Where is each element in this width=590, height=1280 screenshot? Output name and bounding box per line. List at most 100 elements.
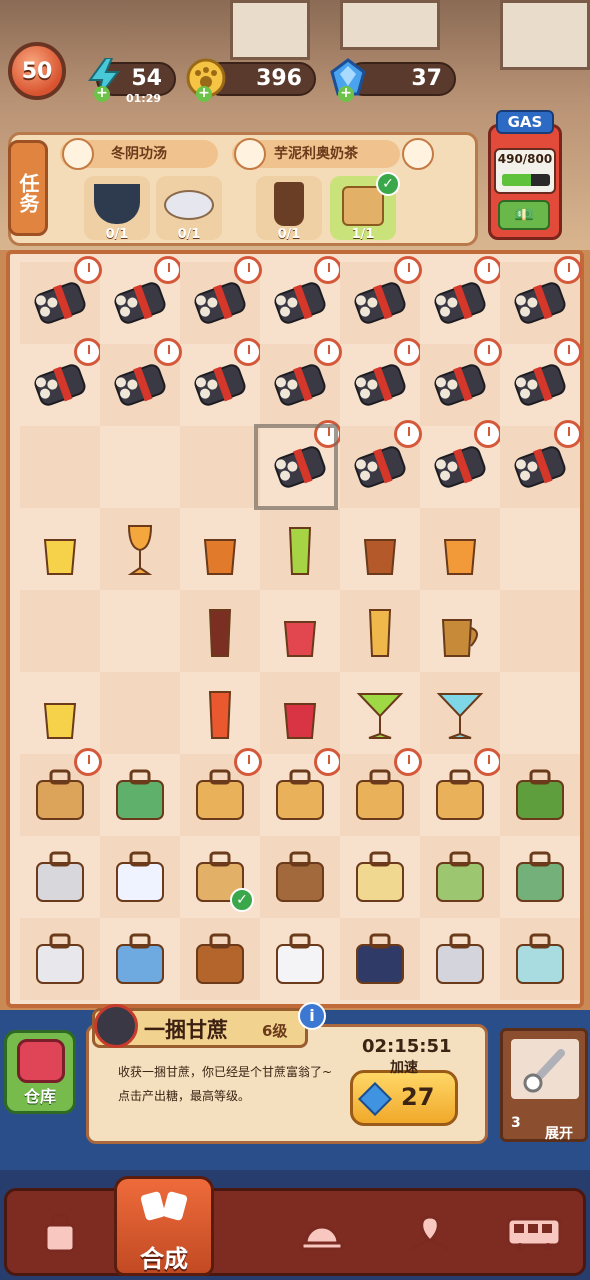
board-cell[interactable] (420, 748, 502, 836)
player-level-badge[interactable]: 50 (8, 42, 66, 100)
board-cell[interactable] (340, 918, 420, 1000)
board-cell[interactable]: ✓ (180, 836, 260, 918)
chef-hat-icon[interactable] (268, 926, 332, 992)
order-slot[interactable]: 0/1 (256, 176, 322, 242)
board-cell[interactable] (100, 256, 182, 344)
board-cell[interactable] (420, 672, 500, 754)
board-cell[interactable] (100, 426, 180, 508)
board-cell[interactable] (500, 918, 580, 1000)
notepad-icon[interactable] (108, 844, 172, 910)
tree-icon[interactable] (508, 762, 572, 828)
board-cell[interactable] (260, 338, 342, 426)
green-juice-icon[interactable] (268, 516, 332, 582)
scooter-icon[interactable] (108, 762, 172, 828)
board-cell[interactable] (100, 754, 180, 836)
board-cell[interactable] (100, 590, 180, 672)
red-soda-icon[interactable] (268, 680, 332, 746)
order-card[interactable]: 冬阴功汤 0/1 0/1 (60, 138, 222, 244)
lemon-shot-cloud-icon[interactable] (28, 680, 92, 746)
board-cell[interactable] (500, 338, 582, 426)
board-cell[interactable] (420, 338, 502, 426)
spice-rack-icon[interactable] (268, 844, 332, 910)
board-cell[interactable] (20, 338, 102, 426)
chef-hat-blue-icon[interactable] (348, 926, 412, 992)
board-cell[interactable] (340, 338, 422, 426)
board-cell[interactable] (260, 508, 340, 590)
board-cell[interactable] (260, 918, 340, 1000)
coin-plus-icon[interactable]: + (196, 86, 212, 102)
board-cell[interactable] (500, 672, 580, 754)
board-cell[interactable] (260, 590, 340, 672)
blue-margarita-icon[interactable] (428, 680, 492, 746)
board-cell[interactable] (20, 590, 100, 672)
order-card[interactable]: 芋泥利奥奶茶 0/1 ✓ 1/1 (232, 138, 402, 244)
board-cell[interactable] (20, 748, 102, 836)
fridge-icon[interactable] (508, 926, 572, 992)
board-cell[interactable] (420, 508, 500, 590)
board-cell[interactable] (100, 836, 180, 918)
rice-cooker-icon[interactable] (428, 844, 492, 910)
beer-icon[interactable] (348, 598, 412, 664)
board-cell[interactable] (420, 256, 502, 344)
board-cell[interactable] (20, 918, 100, 1000)
board-cell[interactable] (180, 672, 260, 754)
dessert-cart-icon[interactable] (348, 844, 412, 910)
order-card-partial[interactable] (402, 138, 472, 244)
matcha-mug-icon[interactable] (428, 598, 492, 664)
board-cell[interactable] (180, 590, 260, 672)
gas-pump[interactable]: GAS 490/800 💵 (482, 110, 566, 242)
board-cell[interactable] (340, 748, 422, 836)
order-slot[interactable]: 0/1 (156, 176, 222, 242)
barrel-icon[interactable] (188, 926, 252, 992)
sunrise-cocktail-icon[interactable] (188, 680, 252, 746)
board-cell[interactable] (180, 426, 260, 508)
board-cell[interactable] (420, 420, 502, 508)
board-cell[interactable] (340, 508, 420, 590)
board-cell[interactable] (180, 918, 260, 1000)
board-cell[interactable] (260, 836, 340, 918)
photo-album-icon[interactable] (108, 926, 172, 992)
nav-shop-button[interactable] (10, 1196, 110, 1270)
lemon-shot-icon[interactable] (28, 516, 92, 582)
board-cell[interactable] (180, 256, 262, 344)
printer-icon[interactable] (28, 844, 92, 910)
board-cell[interactable] (420, 590, 500, 672)
board-cell[interactable] (20, 508, 100, 590)
nav-bus-button[interactable] (484, 1196, 584, 1270)
cola-glass-icon[interactable] (348, 516, 412, 582)
cash-icon[interactable]: 💵 (498, 200, 550, 230)
iced-cola-icon[interactable] (188, 598, 252, 664)
martini-icon[interactable] (348, 680, 412, 746)
board-cell[interactable] (100, 918, 180, 1000)
board-cell[interactable] (260, 672, 340, 754)
warehouse-button[interactable]: 仓库 (4, 1030, 76, 1114)
board-cell[interactable] (260, 748, 342, 836)
board-cell[interactable] (180, 748, 262, 836)
board-cell[interactable] (420, 836, 500, 918)
gem-plus-icon[interactable]: + (338, 86, 354, 102)
board-cell[interactable] (420, 918, 500, 1000)
board-cell[interactable] (340, 672, 420, 754)
nav-serve-button[interactable] (272, 1196, 372, 1270)
speed-up-button[interactable]: 加速 27 (350, 1060, 458, 1126)
board-cell[interactable] (500, 836, 580, 918)
board-cell[interactable] (500, 420, 582, 508)
oven-icon[interactable] (28, 926, 92, 992)
board-cell[interactable] (20, 256, 102, 344)
board-cell[interactable] (180, 508, 260, 590)
board-cell[interactable] (100, 672, 180, 754)
board-cell[interactable] (20, 836, 100, 918)
board-cell[interactable] (100, 508, 180, 590)
board-cell[interactable] (340, 420, 422, 508)
red-punch-icon[interactable] (268, 598, 332, 664)
board-cell[interactable] (260, 256, 342, 344)
hotpot-icon[interactable] (508, 844, 572, 910)
board-cell[interactable] (340, 256, 422, 344)
order-slot[interactable]: ✓ 1/1 (330, 172, 400, 242)
info-icon[interactable]: i (298, 1002, 326, 1030)
nav-merge-button[interactable]: 合成 (114, 1176, 214, 1276)
safe-icon[interactable] (428, 926, 492, 992)
order-slot[interactable]: 0/1 (84, 176, 150, 242)
expand-button[interactable]: 3 展开 (500, 1028, 588, 1142)
board-cell[interactable] (500, 754, 580, 836)
